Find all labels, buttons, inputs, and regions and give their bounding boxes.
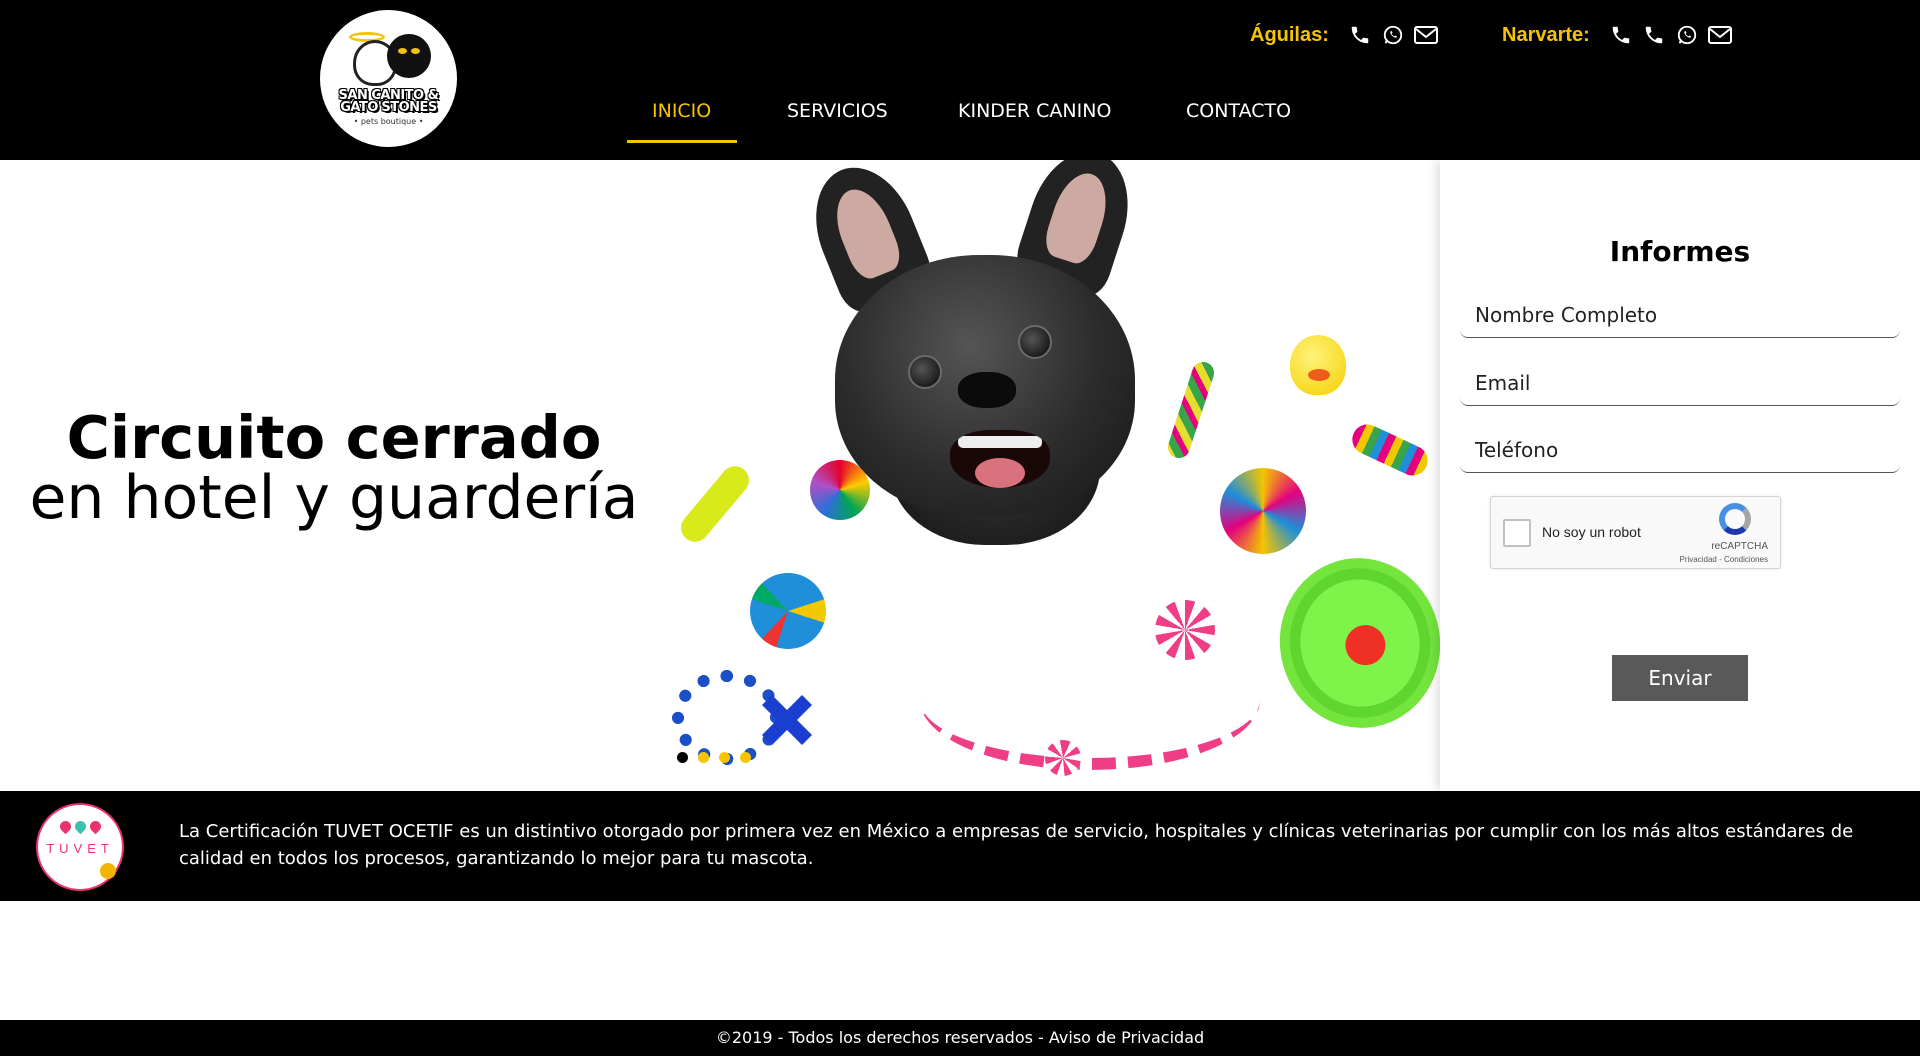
submit-button[interactable]: Enviar (1612, 655, 1748, 701)
slider-dot[interactable] (719, 752, 730, 763)
hero-dog-toys-image (650, 160, 1440, 791)
contact-narvarte: Narvarte: (1502, 22, 1740, 48)
phone-field[interactable] (1460, 427, 1900, 473)
hero-title-bold: Circuito cerrado (66, 403, 602, 472)
contact-narvarte-label: Narvarte: (1502, 23, 1590, 46)
site-header: SAN CANITO & GATO'STONES • pets boutique… (0, 0, 1920, 160)
mail-icon[interactable] (1707, 22, 1733, 48)
logo-wordmark-line2: GATO'STONES (340, 99, 437, 115)
hero-title-light: en hotel y guardería (29, 463, 639, 533)
toy-rope-knot (1155, 600, 1215, 660)
recaptcha-widget: No soy un robot reCAPTCHA Privacidad - C… (1490, 496, 1781, 569)
toy-rope-stick (1165, 359, 1217, 461)
nav-item-contacto[interactable]: CONTACTO (1186, 100, 1291, 122)
recaptcha-checkbox[interactable] (1503, 519, 1531, 547)
mail-icon[interactable] (1413, 22, 1439, 48)
nav-active-underline (627, 140, 737, 143)
nav-item-servicios[interactable]: SERVICIOS (787, 100, 888, 122)
logo-mascots-image (339, 31, 439, 90)
certification-text: La Certificación TUVET OCETIF es un dist… (179, 821, 1854, 869)
recaptcha-icon (1719, 503, 1751, 535)
recaptcha-label: No soy un robot (1542, 524, 1641, 540)
phone-icon[interactable] (1347, 22, 1373, 48)
dog-eye-left (908, 355, 942, 389)
toy-rope-ball (1220, 468, 1306, 554)
hero-heading: Circuito cerrado en hotel y guardería (0, 403, 668, 533)
toy-rope-knot-small (1045, 740, 1081, 776)
nav-item-inicio[interactable]: INICIO (652, 100, 711, 122)
recaptcha-links[interactable]: Privacidad - Condiciones (1680, 555, 1769, 564)
contact-aguilas: Águilas: (1250, 22, 1446, 48)
cat-illustration (386, 33, 431, 78)
certification-band: TUVET La Certificación TUVET OCETIF es u… (0, 791, 1920, 901)
toy-pink-rope (920, 630, 1260, 770)
toy-rubber-duck (1290, 335, 1346, 395)
copyright-text: ©2019 - Todos los derechos reservados - (715, 1028, 1049, 1047)
dog-nose (958, 372, 1016, 408)
slider-dot[interactable] (740, 752, 751, 763)
form-title: Informes (1609, 235, 1751, 268)
pin-icons (57, 818, 104, 835)
recaptcha-brand: reCAPTCHA (1711, 541, 1768, 552)
dog-eye-right (1018, 325, 1052, 359)
phone-icon[interactable] (1641, 22, 1667, 48)
ribbon-icon (100, 863, 116, 879)
toy-rope-colorful (1347, 419, 1433, 481)
tuvet-badge: TUVET (36, 803, 124, 891)
tuvet-wordmark: TUVET (46, 841, 114, 856)
whatsapp-icon[interactable] (1380, 22, 1406, 48)
email-field[interactable] (1460, 360, 1900, 406)
contact-aguilas-label: Águilas: (1250, 23, 1329, 46)
name-field[interactable] (1460, 292, 1900, 338)
toy-frisbee (1266, 545, 1440, 741)
site-footer: ©2019 - Todos los derechos reservados - … (0, 1020, 1920, 1056)
slider-pagination (677, 752, 751, 763)
nav-item-kinder-canino[interactable]: KINDER CANINO (958, 100, 1111, 122)
site-logo[interactable]: SAN CANITO & GATO'STONES • pets boutique… (320, 10, 457, 147)
phone-icon[interactable] (1608, 22, 1634, 48)
toy-ball-blue (750, 573, 826, 649)
slider-dot[interactable] (677, 752, 688, 763)
logo-tagline: • pets boutique • (353, 116, 424, 126)
dog-mouth (950, 430, 1050, 488)
paw-print-icon (1342, 621, 1389, 669)
info-form-panel: Informes No soy un robot reCAPTCHA Priva… (1440, 160, 1920, 791)
privacy-link[interactable]: Aviso de Privacidad (1049, 1028, 1204, 1047)
slider-dot[interactable] (698, 752, 709, 763)
whatsapp-icon[interactable] (1674, 22, 1700, 48)
hero-slider: Circuito cerrado en hotel y guardería (0, 160, 1440, 791)
toy-ball-rainbow (810, 460, 870, 520)
toy-bone (675, 460, 755, 548)
